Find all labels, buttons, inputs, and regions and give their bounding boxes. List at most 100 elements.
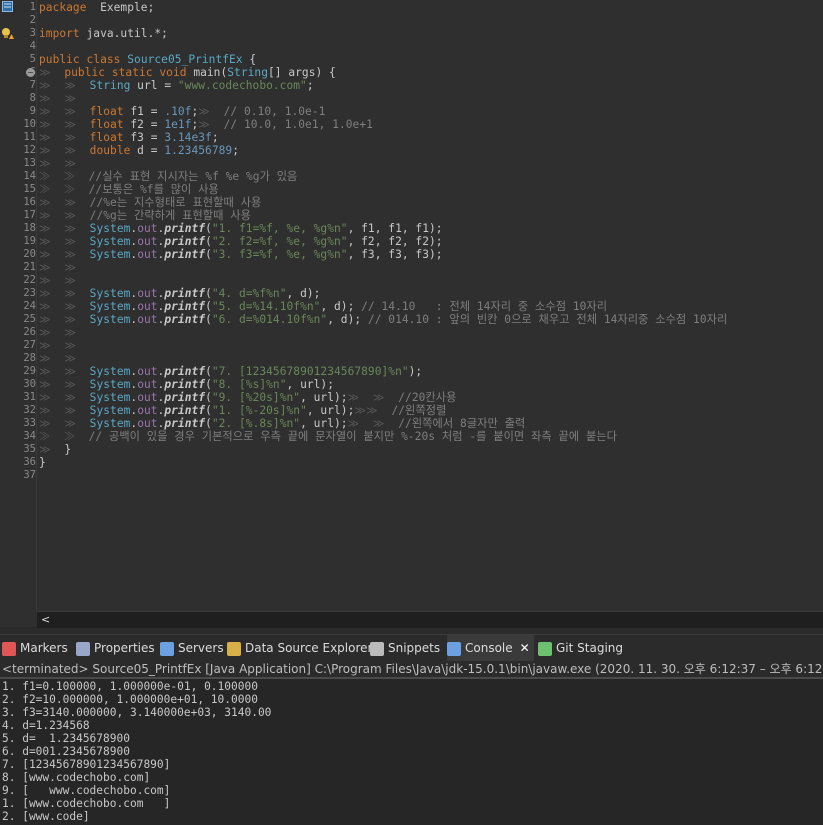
tab-git-staging[interactable]: Git Staging [538,635,623,661]
code-token: ≫ ≫ [39,365,90,378]
code-line[interactable]: ≫ ≫ // 공백이 있을 경우 기본적으로 우측 끝에 문자열이 붙지만 %-… [39,430,617,443]
code-line[interactable]: public class Source05_PrintfEx { [39,53,256,66]
code-line[interactable]: ≫ ≫ [39,326,76,339]
tab-data-source-explorer[interactable]: Data Source Explorer [227,635,372,661]
code-line[interactable]: ≫ ≫ System.out.printf("7. [1234567890123… [39,365,422,378]
code-token: ≫ ≫ [39,274,77,287]
warning-lightbulb-icon[interactable] [1,27,14,40]
line-number: 4 [29,40,36,52]
line-number: 1 [29,1,36,13]
code-token: ≫ ≫ [39,378,90,391]
line-number: 13 [23,157,36,169]
code-line[interactable]: ≫ ≫ System.out.printf("3. f3=%f, %e, %g%… [39,248,443,261]
code-token: ( [205,222,212,235]
tab-servers[interactable]: Servers [160,635,224,661]
code-token: System [89,222,131,235]
code-line[interactable]: ≫ ≫ float f1 = .10f;≫ // 0.10, 1.0e-1 [39,105,325,118]
code-token: ≫ ≫ [39,131,90,144]
tab-console[interactable]: Console ✕ [447,635,534,661]
code-token: ≫ ≫ [39,313,90,326]
code-token: ( [205,391,212,404]
code-token: , url); [300,391,348,404]
code-line[interactable]: ≫ ≫ [39,92,76,105]
code-token: //20칸사용 [398,391,457,404]
code-token: printf [164,365,206,378]
line-number: 36 [23,456,36,468]
code-token: .10f [164,105,192,118]
code-line[interactable]: ≫ ≫ float f2 = 1e1f;≫ // 10.0, 1.0e1, 1.… [39,118,373,131]
code-token: static [111,66,153,79]
code-line[interactable]: ≫ ≫ float f3 = 3.14e3f; [39,131,219,144]
code-line[interactable]: ≫ ≫ //%g는 간략하게 표현할때 사용 [39,209,251,222]
code-lines[interactable]: package Exemple; import java.util.*; publi… [37,0,823,611]
code-editor[interactable]: 1234567891011121314151617181920212223242… [0,0,823,611]
code-line[interactable]: ≫ ≫ System.out.printf("5. d=%14.10f%n", … [39,300,607,313]
line-number: 29 [23,365,36,377]
code-line[interactable]: ≫ ≫ [39,261,76,274]
code-token: ≫ ≫ [39,235,90,248]
code-line[interactable]: ≫ public static void main(String[] args)… [39,66,336,79]
code-line[interactable]: import java.util.*; [39,27,168,40]
code-token: ≫ ≫ [39,352,77,365]
code-line[interactable]: ≫ ≫ String url = "www.codechobo.com"; [39,79,314,92]
code-token: out [137,417,158,430]
code-token: out [137,391,158,404]
code-line[interactable]: ≫ ≫ System.out.printf("8. [%s]%n", url); [39,378,334,391]
console-line: 9. [ www.codechobo.com] [2,784,171,797]
close-icon[interactable]: ✕ [520,641,530,655]
code-token: System [89,248,131,261]
line-number: 12 [23,144,36,156]
code-line[interactable]: ≫ ≫ System.out.printf("1. f1=%f, %e, %g%… [39,222,443,235]
code-line[interactable]: ≫ ≫ System.out.printf("2. f2=%f, %e, %g%… [39,235,443,248]
tab-properties[interactable]: Properties [76,635,155,661]
code-line[interactable]: ≫ } [39,443,71,456]
code-token: "2. f2=%f, %e, %g%n" [211,235,348,248]
code-token: String [89,79,131,92]
code-line[interactable]: ≫ ≫ //실수 표현 지시자는 %f %e %g가 있음 [39,170,297,183]
code-line[interactable]: ≫ ≫ [39,274,76,287]
code-token: "6. d=%014.10f%n" [211,313,328,326]
code-token: ( [205,365,212,378]
horizontal-scrollbar[interactable]: < [37,611,823,628]
code-line[interactable]: ≫ ≫ //보통은 %f를 많이 사용 [39,183,219,196]
line-number: 30 [23,378,36,390]
tab-markers[interactable]: Markers [2,635,68,661]
code-token: printf [164,248,206,261]
code-line[interactable]: ≫ ≫ double d = 1.23456789; [39,144,239,157]
line-number: 24 [23,300,36,312]
code-token: public [39,53,80,66]
code-token: ; [211,131,219,144]
code-line[interactable]: ≫ ≫ [39,157,76,170]
scroll-left-arrow-icon[interactable]: < [41,612,50,628]
tab-label: Snippets [388,641,441,655]
code-token: System [89,365,131,378]
code-token: printf [164,404,206,417]
code-token: ( [205,287,212,300]
code-token: System [89,313,131,326]
code-line[interactable]: } [39,456,46,469]
line-number: 28 [23,352,36,364]
fold-toggle-icon[interactable]: − [26,68,35,77]
code-line[interactable]: ≫ ≫ [39,352,76,365]
code-token: System [89,287,131,300]
console-line: 3. f3=3140.000000, 3.140000e+03, 3140.00 [2,706,272,719]
tab-label: Console [465,641,513,655]
code-line[interactable]: ≫ ≫ System.out.printf("4. d=%f%n", d); [39,287,320,300]
code-line[interactable]: ≫ ≫ System.out.printf("2. [%.8s]%n", url… [39,417,525,430]
code-token: ≫ ≫ [39,157,77,170]
code-token: String [227,66,268,79]
code-line[interactable]: ≫ ≫ //%e는 지수형태로 표현할때 사용 [39,196,261,209]
code-token: 1.23456789 [164,144,233,157]
code-token: float [89,131,124,144]
code-line[interactable]: ≫ ≫ System.out.printf("9. [%20s]%n", url… [39,391,456,404]
code-token: , d); [286,287,321,300]
console-output[interactable]: 1. f1=0.100000, 1.000000e-01, 0.100000 2.… [0,679,823,825]
code-line[interactable]: ≫ ≫ System.out.printf("6. d=%014.10f%n",… [39,313,727,326]
code-line[interactable]: ≫ ≫ System.out.printf("1. [%-20s]%n", ur… [39,404,446,417]
code-token: printf [164,287,206,300]
code-line[interactable]: package Exemple; [39,1,154,14]
code-line[interactable]: ≫ ≫ [39,339,76,352]
tab-snippets[interactable]: Snippets [370,635,440,661]
line-number: 8 [29,92,36,104]
